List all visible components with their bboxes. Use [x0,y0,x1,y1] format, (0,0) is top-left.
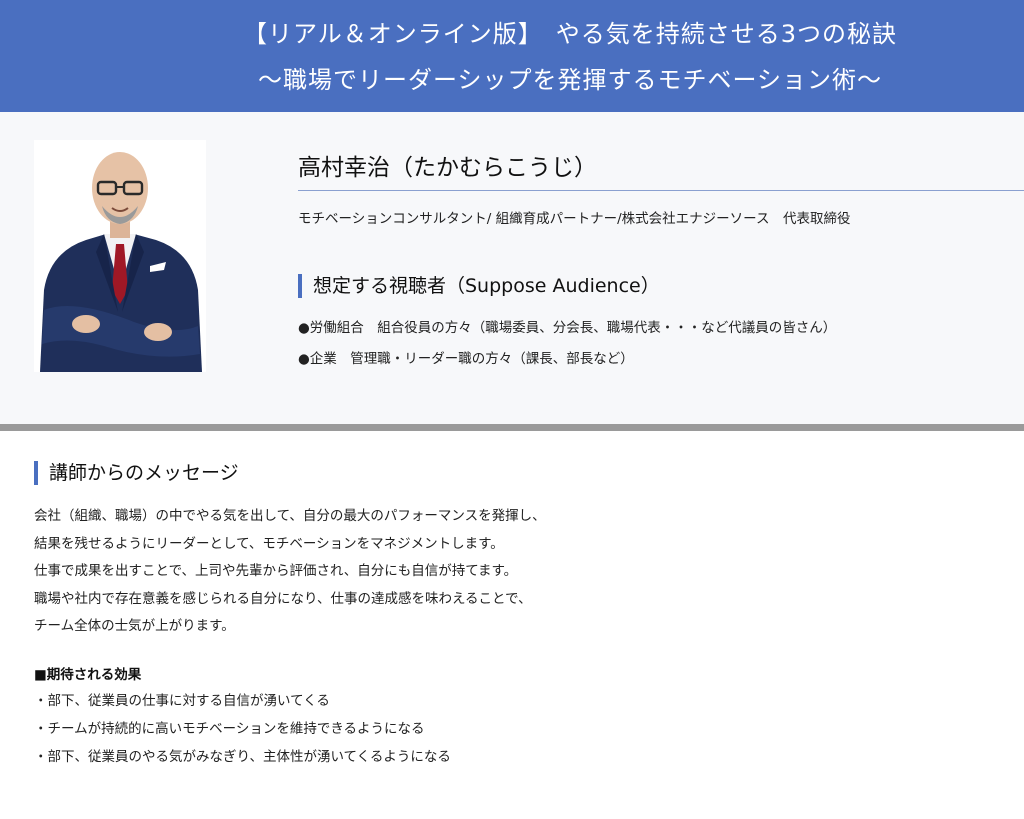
name-divider [298,190,1024,191]
effect-item: ・部下、従業員のやる気がみなぎり、主体性が湧いてくるようになる [34,749,451,765]
speaker-name: 高村幸治（たかむらこうじ） [298,155,597,181]
audience-heading: 想定する視聴者（Suppose Audience） [298,274,660,298]
banner-subtitle: 〜職場でリーダーシップを発揮するモチベーション術〜 [257,66,883,94]
message-heading: 講師からのメッセージ [34,461,239,485]
audience-item: ●労働組合 組合役員の方々（職場委員、分会長、職場代表・・・など代議員の皆さん） [298,320,837,336]
section-divider [0,424,1024,431]
message-line: チーム全体の士気が上がります。 [34,618,235,634]
message-line: 職場や社内で存在意義を感じられる自分になり、仕事の達成感を味わえることで、 [34,590,532,607]
message-section: 講師からのメッセージ 会社（組織、職場）の中でやる気を出して、自分の最大のパフォ… [0,431,1024,819]
effects-heading: ■期待される効果 [34,667,142,683]
speaker-photo [34,140,206,372]
speaker-title: モチベーションコンサルタント/ 組織育成パートナー/株式会社エナジーソース 代表… [298,211,851,227]
message-line: 仕事で成果を出すことで、上司や先輩から評価され、自分にも自信が持てます。 [34,563,518,579]
banner-title: 【リアル＆オンライン版】 やる気を持続させる3つの秘訣 [242,20,898,48]
audience-item: ●企業 管理職・リーダー職の方々（課長、部長など） [298,351,634,367]
speaker-portrait-image [34,140,206,372]
effect-item: ・部下、従業員の仕事に対する自信が湧いてくる [34,693,330,709]
message-line: 会社（組織、職場）の中でやる気を出して、自分の最大のパフォーマンスを発揮し、 [34,508,546,524]
message-body: 会社（組織、職場）の中でやる気を出して、自分の最大のパフォーマンスを発揮し、 結… [34,503,546,641]
effect-item: ・チームが持続的に高いモチベーションを維持できるようになる [34,721,425,737]
message-line: 結果を残せるようにリーダーとして、モチベーションをマネジメントします。 [34,535,504,552]
page-banner: 【リアル＆オンライン版】 やる気を持続させる3つの秘訣 〜職場でリーダーシップを… [0,0,1024,112]
effects-list: ・部下、従業員の仕事に対する自信が湧いてくる ・チームが持続的に高いモチベーショ… [34,687,451,771]
speaker-profile: 高村幸治（たかむらこうじ） モチベーションコンサルタント/ 組織育成パートナー/… [0,112,1024,426]
